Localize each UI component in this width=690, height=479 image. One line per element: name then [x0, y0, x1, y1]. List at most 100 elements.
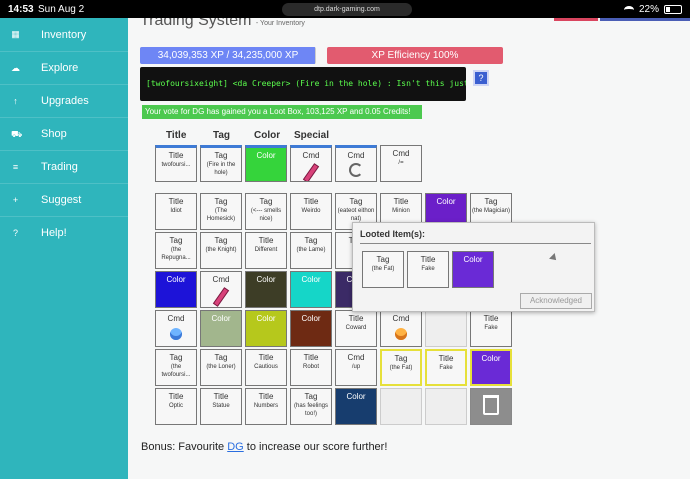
slot-subtitle: /up: [351, 364, 361, 370]
xp-bar: 34,039,353 XP / 34,235,000 XP: [140, 47, 316, 64]
sidebar-item-shop[interactable]: ⛟ Shop: [0, 117, 128, 150]
inventory-slot[interactable]: Title Coward: [335, 310, 377, 347]
inventory-slot[interactable]: Cmd: [380, 310, 422, 347]
inventory-slot[interactable]: Cmd: [290, 145, 332, 182]
inventory-slot[interactable]: Title Fake: [470, 310, 512, 347]
inventory-slot[interactable]: Tag (the Fat): [380, 349, 422, 386]
color-slot[interactable]: Color: [290, 310, 332, 347]
color-slot[interactable]: Color: [290, 271, 332, 308]
bonus-text: Bonus: Favourite DG to increase our scor…: [141, 441, 388, 453]
sidebar-item-explore[interactable]: ☁ Explore: [0, 51, 128, 84]
wifi-icon: [623, 5, 634, 14]
inventory-slot[interactable]: Title twofoursi...: [155, 145, 197, 182]
sidebar-item-suggest[interactable]: + Suggest: [0, 183, 128, 216]
inventory-slot[interactable]: Tag (the Repugna...: [155, 232, 197, 269]
slot-subtitle: Different: [254, 247, 278, 253]
slot-type: Title: [420, 255, 436, 264]
acknowledged-button[interactable]: Acknowledged: [520, 293, 592, 309]
url-bar[interactable]: dtp.dark-gaming.com: [282, 3, 412, 16]
potion-cycle-icon: [336, 163, 376, 177]
top-accent-blue: [600, 18, 690, 21]
inventory-slot[interactable]: Title Statue: [200, 388, 242, 425]
sidebar-item-label: Explore: [41, 62, 79, 74]
inventory-slot[interactable]: Tag (Fire in the hole): [200, 145, 242, 182]
color-slot[interactable]: Color: [452, 251, 494, 288]
inventory-slot[interactable]: Title Optic: [155, 388, 197, 425]
slot-subtitle: Idiot: [170, 208, 182, 214]
slot-type: Title: [168, 392, 184, 401]
potion-icon: [395, 328, 407, 340]
sidebar-item-label: Trading: [41, 161, 78, 173]
inventory-slot[interactable]: Cmd: [200, 271, 242, 308]
inventory-slot[interactable]: Tag (the Lame): [290, 232, 332, 269]
sidebar-item-upgrades[interactable]: ↑ Upgrades: [0, 84, 128, 117]
popup-divider: [360, 243, 591, 244]
inventory-slot[interactable]: Title Fake: [407, 251, 449, 288]
inventory-slot[interactable]: Cmd: [335, 145, 377, 182]
slot-type: Color: [301, 314, 321, 323]
slot-subtitle: Fake: [484, 325, 498, 331]
inventory-slot[interactable]: Title Fake: [425, 349, 467, 386]
slot-type: Color: [436, 197, 456, 206]
column-color: Color: [254, 130, 281, 141]
inventory-slot[interactable]: Title Different: [245, 232, 287, 269]
help-button[interactable]: ?: [473, 70, 489, 86]
color-slot[interactable]: Color: [155, 271, 197, 308]
slot-type: Title: [168, 151, 184, 160]
sidebar-item-help[interactable]: ? Help!: [0, 216, 128, 249]
slot-type: Tag: [214, 151, 228, 160]
slot-type: Cmd: [392, 314, 410, 323]
favourite-dg-link[interactable]: DG: [227, 441, 244, 453]
trash-slot[interactable]: [470, 388, 512, 425]
inventory-slot[interactable]: Cmd /=: [380, 145, 422, 182]
sidebar-item-label: Help!: [41, 227, 67, 239]
empty-slot[interactable]: [425, 388, 467, 425]
inventory-slot[interactable]: Title Numbers: [245, 388, 287, 425]
sidebar-item-label: Upgrades: [41, 95, 89, 107]
slot-subtitle: Minion: [392, 208, 410, 214]
slot-type: Cmd: [167, 314, 185, 323]
cart-icon: ⛟: [11, 128, 23, 139]
xp-text: 34,039,353 XP / 34,235,000 XP: [157, 50, 299, 61]
color-slot[interactable]: Color: [335, 388, 377, 425]
empty-slot[interactable]: [425, 310, 467, 347]
sidebar-item-trading[interactable]: ≡ Trading: [0, 150, 128, 183]
inventory-slot[interactable]: Tag (the Knight): [200, 232, 242, 269]
color-slot[interactable]: Color: [200, 310, 242, 347]
slot-subtitle: (the Repugna...: [161, 247, 191, 261]
slot-type: Color: [256, 314, 276, 323]
slot-type: Tag: [214, 236, 228, 245]
inventory-slot[interactable]: Tag (<--- smells nice): [245, 193, 287, 230]
empty-slot[interactable]: [380, 388, 422, 425]
color-slot[interactable]: Color: [245, 145, 287, 182]
color-slot[interactable]: Color: [470, 349, 512, 386]
color-slot[interactable]: Color: [245, 310, 287, 347]
slot-subtitle: Numbers: [253, 403, 279, 409]
inventory-slot[interactable]: Title Robot: [290, 349, 332, 386]
column-title: Title: [166, 130, 187, 141]
popup-title: Looted Item(s):: [360, 229, 425, 239]
slot-type: Tag: [484, 197, 498, 206]
slot-type: Color: [256, 151, 276, 160]
inventory-slot[interactable]: Tag (the twofoursi...: [155, 349, 197, 386]
inventory-slot[interactable]: Tag (the Fat): [362, 251, 404, 288]
inventory-slot[interactable]: Tag (has feelings too!): [290, 388, 332, 425]
slot-type: Tag: [349, 197, 363, 206]
column-tag: Tag: [213, 130, 231, 141]
color-slot[interactable]: Color: [245, 271, 287, 308]
inventory-slot[interactable]: Tag (The Homesick): [200, 193, 242, 230]
slot-type: Cmd: [302, 151, 320, 160]
sidebar-item-inventory[interactable]: ▦ Inventory: [0, 18, 128, 51]
inventory-slot[interactable]: Cmd/up: [335, 349, 377, 386]
slot-type: Title: [258, 353, 274, 362]
slot-type: Title: [303, 197, 319, 206]
loot-popup: Looted Item(s): Tag (the Fat) Title Fake Col…: [352, 222, 595, 312]
inventory-slot[interactable]: Title Idiot: [155, 193, 197, 230]
slot-type: Color: [481, 354, 501, 363]
inventory-slot[interactable]: Title Cautious: [245, 349, 287, 386]
plus-box-icon: +: [12, 194, 19, 205]
inventory-slot[interactable]: Tag (the Loner): [200, 349, 242, 386]
inventory-slot[interactable]: Cmd: [155, 310, 197, 347]
slot-type: Cmd: [347, 151, 365, 160]
inventory-slot[interactable]: Title Weirdo: [290, 193, 332, 230]
